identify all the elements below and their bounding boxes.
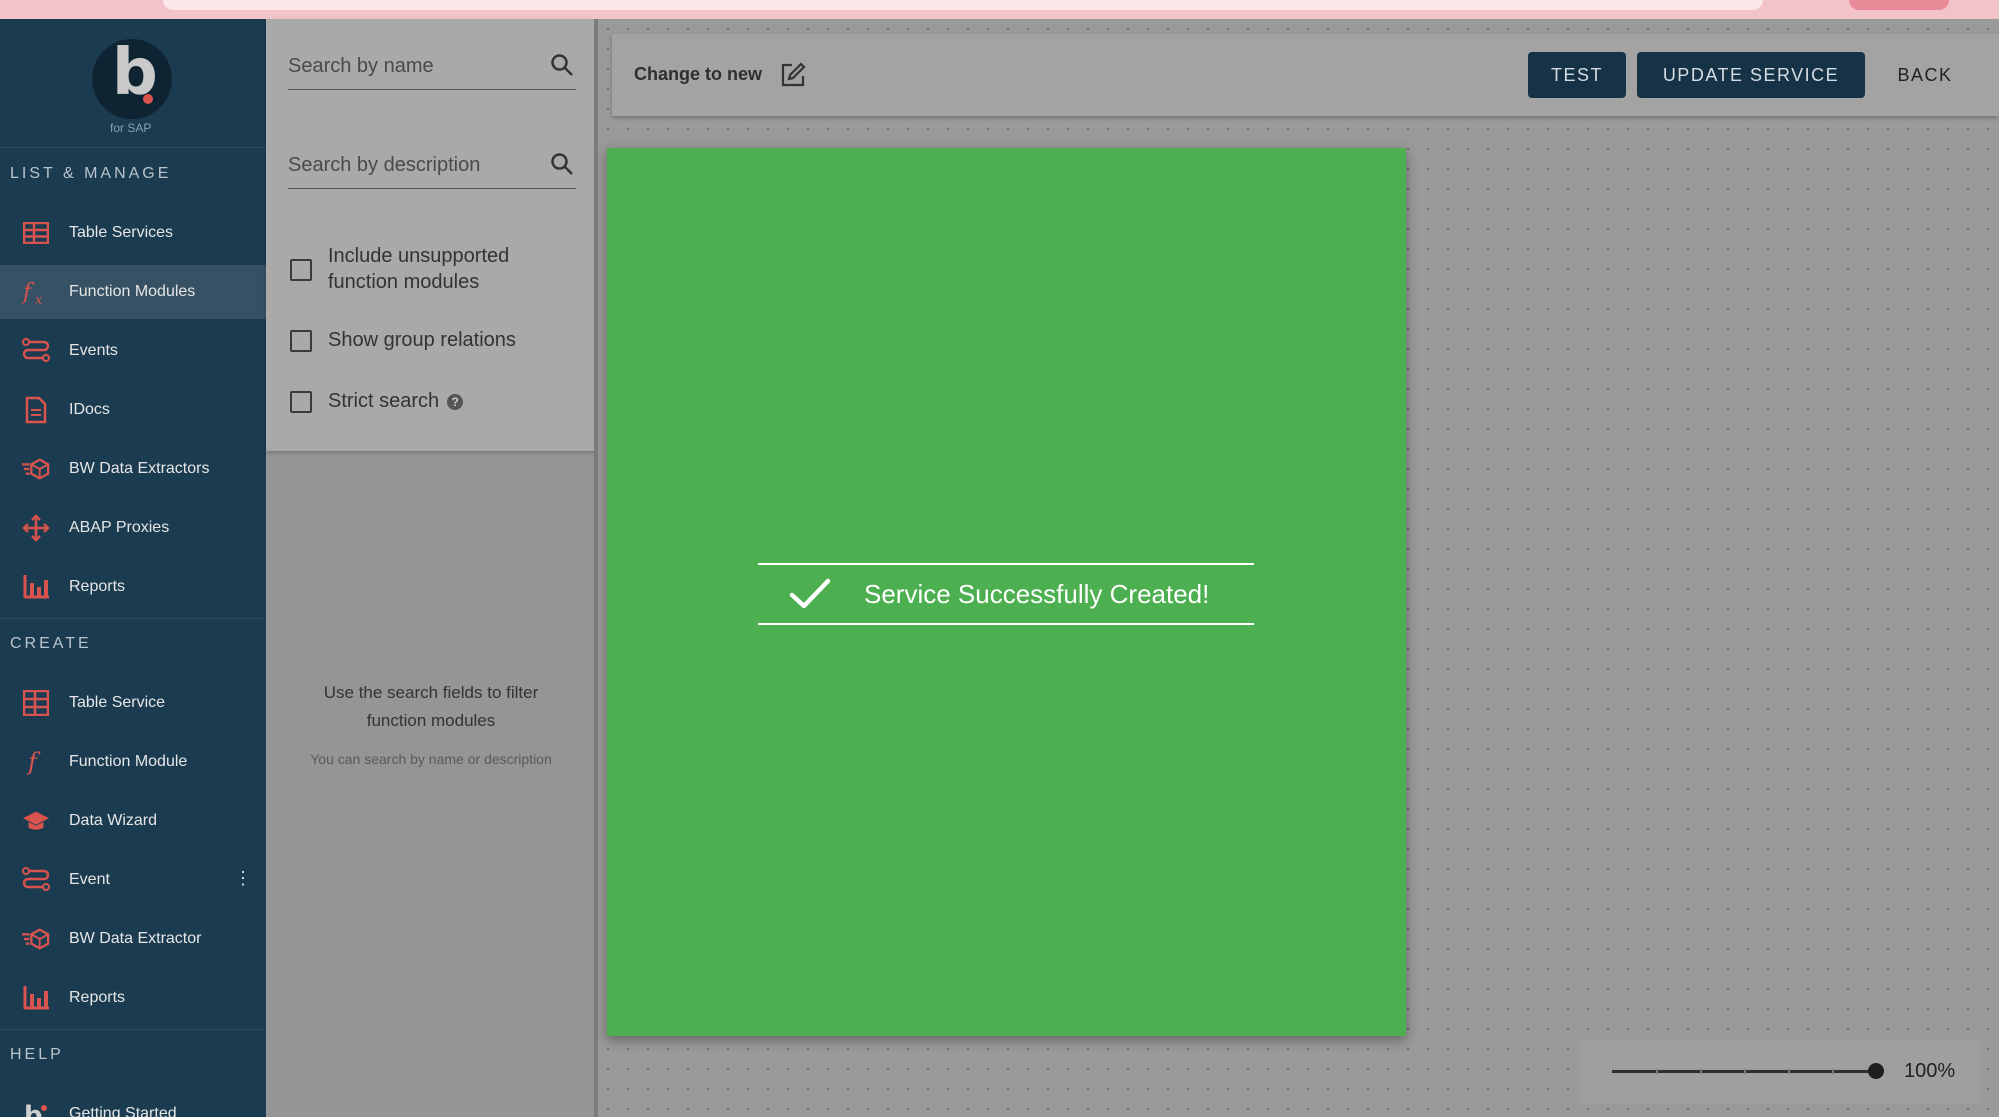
test-button[interactable]: TEST: [1528, 52, 1626, 98]
sidebar-item-label: Function Modules: [69, 283, 196, 300]
browser-action-button[interactable]: [1849, 0, 1949, 10]
events-icon: [22, 866, 50, 894]
sidebar-item-label: BW Data Extractor: [69, 930, 202, 947]
include-unsupported-option[interactable]: Include unsupported function modules: [290, 243, 548, 295]
sidebar-item-label: Events: [69, 342, 118, 359]
zoom-tick: [1832, 1069, 1834, 1074]
search-icon[interactable]: [550, 152, 574, 181]
bar-chart-icon: [22, 573, 50, 601]
help-icon[interactable]: ?: [447, 393, 464, 410]
sidebar-item-events[interactable]: Events: [0, 324, 266, 378]
logo-dot: [143, 94, 153, 104]
sidebar-item-label: Event: [69, 871, 110, 888]
address-bar[interactable]: [163, 0, 1763, 10]
sidebar-item-label: IDocs: [69, 401, 110, 418]
zoom-control: 100%: [1580, 1040, 1980, 1104]
sidebar-item-label: Table Service: [69, 694, 166, 711]
section-help: HELP: [10, 1046, 64, 1063]
zoom-tick: [1744, 1069, 1746, 1074]
zoom-tick: [1656, 1069, 1658, 1074]
sidebar-item-label: Data Wizard: [69, 812, 158, 829]
sidebar-item-function-modules[interactable]: fx Function Modules: [0, 265, 266, 319]
function-icon: fx: [22, 278, 50, 306]
logo-subtitle: for SAP: [110, 121, 152, 135]
success-text: Service Successfully Created!: [864, 579, 1210, 609]
search-icon[interactable]: [550, 53, 574, 82]
empty-state-hint: Use the search fields to filter function…: [323, 683, 539, 730]
strict-search-text: Strict search: [328, 390, 440, 412]
svg-text:f: f: [22, 280, 35, 305]
extractor-icon: [22, 925, 50, 953]
sidebar-item-label: Table Services: [69, 224, 174, 241]
show-group-relations-label: Show group relations: [328, 329, 516, 351]
sidebar-item-idocs[interactable]: IDocs: [0, 383, 266, 437]
sidebar-item-create-bw-data-extractor[interactable]: BW Data Extractor: [0, 912, 266, 966]
zoom-slider-handle[interactable]: [1868, 1063, 1884, 1079]
strict-search-option[interactable]: Strict search?: [290, 388, 464, 414]
sidebar-item-getting-started[interactable]: b Getting Started: [0, 1087, 266, 1117]
bar-chart-icon: [22, 984, 50, 1012]
search-by-description-field[interactable]: Search by description: [288, 144, 576, 189]
sidebar-item-label: BW Data Extractors: [69, 460, 210, 477]
table-icon: [22, 219, 50, 247]
search-by-name-field[interactable]: Search by name: [288, 45, 576, 90]
b-logo-icon: b: [22, 1100, 50, 1117]
wizard-hat-icon: [22, 807, 50, 835]
extractor-icon: [22, 455, 50, 483]
strict-search-label: Strict search?: [328, 388, 464, 414]
sidebar-item-label: Reports: [69, 578, 126, 595]
logo[interactable]: b for SAP: [0, 19, 266, 148]
table-add-icon: [22, 689, 50, 717]
function-icon: f: [22, 748, 50, 776]
svg-text:f: f: [26, 748, 41, 776]
section-list-manage: LIST & MANAGE: [10, 165, 172, 182]
sidebar-item-label: ABAP Proxies: [69, 519, 170, 536]
svg-text:b: b: [24, 1101, 43, 1117]
sidebar-item-abap-proxies[interactable]: ABAP Proxies: [0, 501, 266, 555]
sidebar-item-table-services[interactable]: Table Services: [0, 206, 266, 260]
include-unsupported-label: Include unsupported function modules: [328, 245, 510, 293]
toolbar: Change to new TEST UPDATE SERVICE BACK: [612, 34, 1999, 116]
sidebar-item-label: Reports: [69, 989, 126, 1006]
show-group-relations-checkbox[interactable]: [290, 330, 312, 352]
sidebar-item-reports[interactable]: Reports: [0, 560, 266, 614]
search-by-name-placeholder: Search by name: [288, 55, 434, 77]
sidebar-item-data-wizard[interactable]: Data Wizard: [0, 794, 266, 848]
filter-panel: Search by name Search by description Inc…: [266, 19, 596, 1117]
success-message: Service Successfully Created!: [758, 563, 1254, 625]
sidebar-item-create-event[interactable]: Event ⋮: [0, 853, 266, 907]
empty-state-subhint: You can search by name or description: [310, 751, 552, 767]
svg-text:x: x: [35, 293, 43, 306]
checkmark-icon: [788, 577, 832, 616]
document-icon: [22, 396, 50, 424]
edit-icon[interactable]: [780, 62, 806, 93]
sidebar-divider: [0, 1029, 266, 1030]
zoom-value: 100%: [1904, 1060, 1956, 1082]
sidebar-item-bw-data-extractors[interactable]: BW Data Extractors: [0, 442, 266, 496]
proxy-icon: [22, 514, 50, 542]
zoom-tick: [1788, 1069, 1790, 1074]
sidebar-item-create-table-service[interactable]: Table Service: [0, 676, 266, 730]
zoom-tick: [1700, 1069, 1702, 1074]
sidebar: b for SAP LIST & MANAGE Table Services f…: [0, 19, 266, 1117]
sidebar-item-create-reports[interactable]: Reports: [0, 971, 266, 1025]
sidebar-item-create-function-module[interactable]: f Function Module: [0, 735, 266, 789]
update-service-button[interactable]: UPDATE SERVICE: [1637, 52, 1865, 98]
more-vertical-icon[interactable]: ⋮: [234, 868, 252, 889]
sidebar-item-label: Function Module: [69, 753, 188, 770]
sidebar-item-label: Getting Started: [69, 1105, 177, 1117]
show-group-relations-option[interactable]: Show group relations: [290, 327, 516, 353]
strict-search-checkbox[interactable]: [290, 391, 312, 413]
include-unsupported-checkbox[interactable]: [290, 259, 312, 281]
success-overlay: Service Successfully Created!: [607, 148, 1406, 1036]
search-by-description-placeholder: Search by description: [288, 154, 481, 176]
back-button[interactable]: BACK: [1876, 52, 1974, 98]
filter-controls: Search by name Search by description Inc…: [266, 19, 596, 451]
browser-top-bar: [0, 0, 1999, 19]
events-icon: [22, 337, 50, 365]
section-create: CREATE: [10, 635, 92, 652]
sidebar-divider: [0, 618, 266, 619]
service-title[interactable]: Change to new: [634, 64, 762, 85]
